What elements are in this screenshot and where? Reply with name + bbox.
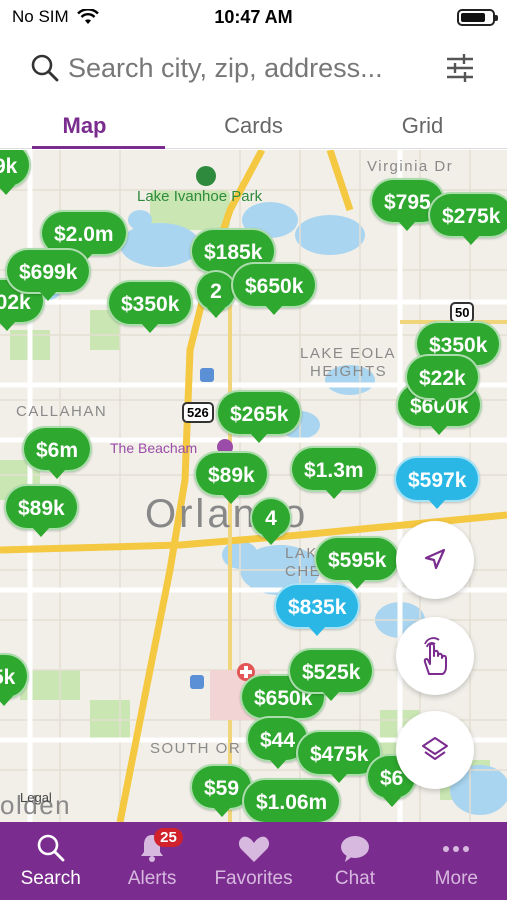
tab-cards[interactable]: Cards xyxy=(169,103,338,148)
highway-shield-50: 50 xyxy=(450,302,475,323)
nav-more-label: More xyxy=(434,868,478,889)
nav-search[interactable]: Search xyxy=(0,822,101,900)
price-pin[interactable]: $1.06m xyxy=(242,778,342,822)
district-label-callahan: CALLAHAN xyxy=(16,403,108,420)
price-pin[interactable]: $89k xyxy=(194,451,269,504)
chat-icon xyxy=(340,836,369,862)
heart-icon xyxy=(238,836,269,862)
price-pin-selected[interactable]: $835k xyxy=(274,583,361,636)
cluster-pin[interactable]: 2 xyxy=(195,270,237,318)
price-pin[interactable]: $595k xyxy=(314,536,401,589)
price-pin[interactable]: $525k xyxy=(288,648,375,701)
nav-alerts[interactable]: 25 Alerts xyxy=(101,822,202,900)
nav-favorites[interactable]: Favorites xyxy=(203,822,304,900)
tab-map[interactable]: Map xyxy=(0,103,169,149)
search-input[interactable]: Search city, zip, address... xyxy=(68,53,443,84)
park-label-lake-ivanhoe: Lake Ivanhoe Park xyxy=(137,188,263,205)
layers-icon xyxy=(422,737,448,760)
price-pin[interactable]: $6m xyxy=(22,426,93,479)
price-pin[interactable]: $89k xyxy=(4,484,79,537)
battery-icon xyxy=(457,8,498,26)
price-pin[interactable]: $275k xyxy=(428,192,507,245)
alerts-badge: 25 xyxy=(154,828,183,847)
price-pin[interactable]: $22k xyxy=(405,354,480,407)
price-pin-selected[interactable]: $597k xyxy=(394,456,481,509)
search-bar[interactable]: Search city, zip, address... xyxy=(0,40,507,96)
hand-draw-icon xyxy=(423,637,447,675)
tab-grid[interactable]: Grid xyxy=(338,103,507,148)
carrier-label: No SIM xyxy=(12,7,69,26)
price-pin[interactable]: $350k xyxy=(107,280,194,333)
price-pin[interactable]: $650k xyxy=(231,262,318,315)
bottom-nav: Search 25 Alerts Favorites Chat More xyxy=(0,822,507,900)
map-layers-button[interactable] xyxy=(396,711,474,789)
nav-alerts-label: Alerts xyxy=(127,868,177,889)
district-label-lak: LAK xyxy=(285,545,318,562)
locate-me-button[interactable] xyxy=(396,521,474,599)
nav-search-label: Search xyxy=(20,868,81,889)
nav-chat[interactable]: Chat xyxy=(304,822,405,900)
price-pin[interactable]: $265k xyxy=(216,390,303,443)
district-label-south-or: SOUTH OR xyxy=(150,740,242,757)
price-pin[interactable]: $1.3m xyxy=(290,446,378,499)
district-label-lake-eola: LAKE EOLA xyxy=(300,345,397,362)
cluster-pin[interactable]: 4 xyxy=(250,497,292,545)
legal-link[interactable]: Legal xyxy=(20,790,52,805)
search-icon xyxy=(31,54,59,82)
map-view[interactable]: Virginia Dr Lake Ivanhoe Park LAKE EOLA … xyxy=(0,150,507,822)
filter-sliders-icon[interactable] xyxy=(443,51,477,85)
location-arrow-icon xyxy=(424,548,446,570)
view-tabs: Map Cards Grid xyxy=(0,103,507,149)
nav-more[interactable]: More xyxy=(406,822,507,900)
search-icon xyxy=(37,834,65,862)
price-pin[interactable]: $699k xyxy=(5,248,92,301)
status-bar: No SIM 10:47 AM xyxy=(0,0,507,34)
wifi-icon xyxy=(76,9,99,24)
highway-shield-526: 526 xyxy=(182,402,214,423)
draw-area-button[interactable] xyxy=(396,617,474,695)
more-icon xyxy=(443,846,470,852)
district-label-heights: HEIGHTS xyxy=(310,363,388,380)
nav-chat-label: Chat xyxy=(334,868,375,889)
nav-favorites-label: Favorites xyxy=(214,868,293,889)
poi-label-beacham: The Beacham xyxy=(110,440,198,456)
street-label-virginia: Virginia Dr xyxy=(367,158,454,175)
